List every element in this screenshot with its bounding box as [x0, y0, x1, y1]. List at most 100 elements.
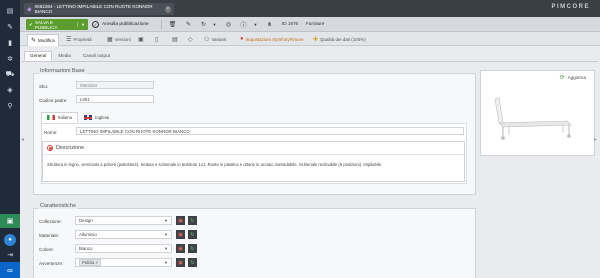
description-text[interactable]: Struttura in legno, verniciato a polveri… [43, 155, 464, 167]
settings-icon[interactable]: ✲ [0, 52, 20, 66]
refresh-icon: ⟳ [559, 75, 565, 81]
warnings-multiselect[interactable]: Pulizia × ▼ [75, 258, 172, 267]
info-icon[interactable]: ⓘ [238, 19, 249, 30]
reload-icon[interactable]: ↻ [198, 19, 209, 30]
edit-icon[interactable]: ✎ [183, 19, 194, 30]
add-icon[interactable]: ↻ [188, 230, 197, 239]
uk-flag-icon [84, 115, 93, 120]
box-icon[interactable]: ◈ [0, 83, 20, 97]
tab-italian-label: Italiano [58, 115, 73, 120]
check-icon: ✔ [29, 21, 33, 27]
grid-icon: ▦ [107, 36, 113, 43]
delete-icon[interactable]: ▣ [176, 244, 185, 253]
variants-icon: ⚇ [204, 36, 210, 43]
tab-versions[interactable]: ▦ Versioni [107, 34, 131, 44]
tab-english-label: Inglese [95, 115, 110, 120]
delete-icon[interactable]: 🗑 [167, 19, 178, 30]
record-icon [47, 145, 53, 151]
object-tab[interactable]: ◆ 0662284 - LETTINO IMPILABILE CON RUOTE… [24, 3, 174, 15]
warnings-tag[interactable]: Pulizia × [79, 259, 101, 266]
chevron-down-icon[interactable]: ▼ [77, 22, 85, 27]
description-editor: Descrizione Struttura in legno, vernicia… [42, 141, 465, 182]
tab-schedule[interactable]: ▣ [138, 34, 144, 44]
supplier-code-label: Codice padre: [39, 98, 68, 103]
tab-edit[interactable]: ✎ Modifica [27, 34, 59, 46]
chevron-down-icon: ▼ [164, 246, 168, 251]
save-publish-button[interactable]: ✔ SALVA E PUBBLICA ▼ [26, 19, 88, 30]
color-label: Colore: [39, 247, 54, 252]
pimcore-logo[interactable]: ∞ [0, 262, 20, 278]
unpublish-icon: ✓ [92, 21, 99, 28]
tab-english[interactable]: Inglese [78, 112, 115, 123]
collection-label: Collezione: [39, 219, 62, 224]
name-field[interactable]: LETTINO IMPILABILE CON RUOTE KONNOR BIAN… [76, 127, 464, 135]
description-header: Descrizione [43, 142, 464, 155]
list-icon: ☰ [66, 36, 72, 43]
cart-icon[interactable]: ⛟ [0, 67, 20, 81]
tabs-divider [22, 61, 598, 62]
save-publish-label: SALVA E PUBBLICA [34, 19, 58, 30]
add-icon[interactable]: ↻ [188, 244, 197, 253]
tab-notes[interactable]: ▯ [155, 34, 158, 44]
object-tab-label: 0662284 - LETTINO IMPILABILE CON RUOTE K… [34, 4, 153, 14]
warnings-tag-label: Pulizia [82, 260, 95, 265]
document-icon[interactable]: ▤ [0, 4, 20, 18]
collection-select[interactable]: Design ▼ [75, 216, 172, 225]
material-label: Materiale: [39, 233, 60, 238]
symfony-icon: ● [240, 36, 244, 42]
add-icon[interactable]: ↻ [188, 258, 197, 267]
image-preview-panel: ⟳ Aggiorna [480, 70, 595, 156]
tab-media[interactable]: Media [52, 51, 77, 61]
close-icon[interactable]: × [164, 5, 171, 13]
object-toolbar: ✔ SALVA E PUBBLICA ▼ ✓ Annulla pubblicaz… [20, 17, 600, 32]
chevron-down-icon: ▼ [164, 218, 168, 223]
tab-dependencies[interactable]: ▤ [172, 34, 178, 44]
sku-field[interactable]: 0662284 [76, 81, 154, 89]
delete-icon[interactable]: ▣ [176, 258, 185, 267]
tab-general[interactable]: General [24, 51, 53, 61]
color-value: Bianco [79, 246, 93, 251]
chevron-down-icon[interactable]: ▼ [209, 19, 220, 30]
add-icon[interactable]: ↻ [188, 216, 197, 225]
warnings-label: Avvertenze: [39, 261, 64, 266]
tab-variants[interactable]: ⚇ Varianti [204, 34, 226, 44]
search-icon[interactable]: ⚲ [0, 99, 20, 113]
supplier-code-field[interactable]: L001 [76, 95, 154, 103]
tab-data-quality[interactable]: ✚ Qualità dei dati (100%) [313, 34, 366, 44]
collapse-left-icon[interactable]: ◂ [21, 136, 24, 143]
color-select[interactable]: Bianco ▼ [75, 244, 172, 253]
delete-icon[interactable]: ▣ [176, 216, 185, 225]
wrench-icon[interactable]: ✎ [0, 20, 20, 34]
target-icon[interactable]: ◎ [223, 19, 234, 30]
tab-output-channels[interactable]: Canali output [77, 51, 116, 61]
divider [161, 20, 162, 29]
notification-icon[interactable]: ▣ [0, 214, 20, 228]
logout-icon[interactable]: ⇥ [0, 248, 20, 262]
tab-tags[interactable]: ◇ [188, 34, 193, 44]
tab-properties[interactable]: ☰ Proprietà [66, 34, 92, 44]
chevron-down-icon[interactable]: ▼ [250, 19, 261, 30]
sku-label: Sku: [39, 84, 49, 89]
chart-icon[interactable]: ▮ [0, 36, 20, 50]
delete-icon[interactable]: ▣ [176, 230, 185, 239]
collapse-right-icon[interactable]: ▸ [594, 136, 597, 143]
tab-symfony-settings[interactable]: ● Impostazioni SymfonyFimore [240, 34, 304, 44]
object-icon: ◆ [27, 6, 32, 13]
unpublish-button[interactable]: ✓ Annulla pubblicazione [92, 19, 158, 30]
chevron-down-icon: ▼ [164, 260, 168, 265]
unpublish-label: Annulla pubblicazione [102, 22, 149, 27]
object-id: ID 1976 [282, 21, 299, 26]
description-label: Descrizione [56, 145, 85, 151]
tab-quality-label: Qualità dei dati (100%) [320, 36, 366, 42]
tab-versions-label: Versioni [114, 36, 131, 42]
refresh-button[interactable]: ⟳ Aggiorna [560, 74, 586, 81]
share-icon[interactable]: ⋔ [264, 19, 275, 30]
italy-flag-icon [47, 115, 55, 120]
bookmark-icon: ▯ [155, 36, 159, 43]
inner-tabs: General Media Canali output [24, 51, 116, 61]
tab-symfony-label: Impostazioni SymfonyFimore [245, 36, 304, 42]
material-select[interactable]: Alluminio ▼ [75, 230, 172, 239]
tab-italian[interactable]: Italiano [41, 112, 79, 123]
quality-icon: ✚ [313, 36, 319, 43]
user-avatar[interactable]: ● [4, 234, 16, 246]
